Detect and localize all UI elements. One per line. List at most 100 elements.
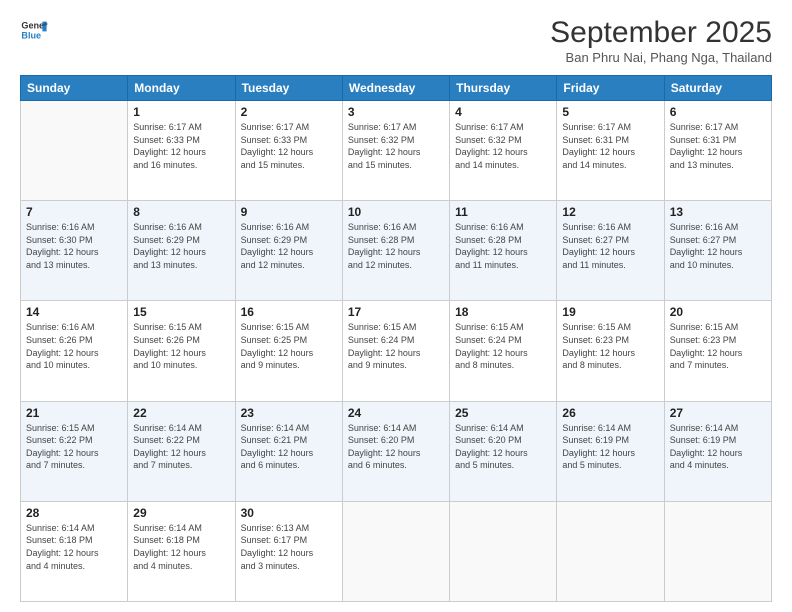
day-header-monday: Monday: [128, 76, 235, 101]
calendar-cell: 30 Sunrise: 6:13 AM Sunset: 6:17 PM Dayli…: [235, 501, 342, 601]
day-number: 4: [455, 105, 551, 119]
day-info: Sunrise: 6:17 AM Sunset: 6:32 PM Dayligh…: [348, 121, 444, 171]
calendar-cell: 12Sunrise: 6:16 AM Sunset: 6:27 PM Dayli…: [557, 201, 664, 301]
day-info: Sunrise: 6:13 AM Sunset: 6:17 PM Dayligh…: [241, 522, 337, 572]
calendar-cell: 2 Sunrise: 6:17 AM Sunset: 6:33 PM Daylig…: [235, 101, 342, 201]
day-info: Sunrise: 6:17 AM Sunset: 6:31 PM Dayligh…: [562, 121, 658, 171]
calendar-cell: 25 Sunrise: 6:14 AM Sunset: 6:20 PM Dayli…: [450, 401, 557, 501]
day-info: Sunrise: 6:17 AM Sunset: 6:31 PM Dayligh…: [670, 121, 766, 171]
day-number: 21: [26, 406, 122, 420]
day-info: Sunrise: 6:15 AM Sunset: 6:24 PM Dayligh…: [348, 321, 444, 371]
day-info: Sunrise: 6:16 AM Sunset: 6:29 PM Dayligh…: [241, 221, 337, 271]
day-number: 19: [562, 305, 658, 319]
day-number: 17: [348, 305, 444, 319]
day-number: 28: [26, 506, 122, 520]
day-info: Sunrise: 6:17 AM Sunset: 6:33 PM Dayligh…: [133, 121, 229, 171]
day-number: 10: [348, 205, 444, 219]
day-number: 3: [348, 105, 444, 119]
day-number: 9: [241, 205, 337, 219]
title-block: September 2025 Ban Phru Nai, Phang Nga, …: [550, 16, 772, 65]
day-number: 15: [133, 305, 229, 319]
day-info: Sunrise: 6:15 AM Sunset: 6:24 PM Dayligh…: [455, 321, 551, 371]
header: General Blue September 2025 Ban Phru Nai…: [20, 16, 772, 65]
calendar-cell: 9 Sunrise: 6:16 AM Sunset: 6:29 PM Daylig…: [235, 201, 342, 301]
day-info: Sunrise: 6:16 AM Sunset: 6:30 PM Dayligh…: [26, 221, 122, 271]
day-number: 8: [133, 205, 229, 219]
calendar-cell: 5 Sunrise: 6:17 AM Sunset: 6:31 PM Daylig…: [557, 101, 664, 201]
day-info: Sunrise: 6:15 AM Sunset: 6:22 PM Dayligh…: [26, 422, 122, 472]
day-header-tuesday: Tuesday: [235, 76, 342, 101]
calendar-table: SundayMondayTuesdayWednesdayThursdayFrid…: [20, 75, 772, 602]
calendar-cell: 20 Sunrise: 6:15 AM Sunset: 6:23 PM Dayli…: [664, 301, 771, 401]
calendar-cell: [342, 501, 449, 601]
calendar-cell: 17 Sunrise: 6:15 AM Sunset: 6:24 PM Dayli…: [342, 301, 449, 401]
day-number: 16: [241, 305, 337, 319]
calendar-cell: 24 Sunrise: 6:14 AM Sunset: 6:20 PM Dayli…: [342, 401, 449, 501]
day-number: 5: [562, 105, 658, 119]
calendar-cell: 7Sunrise: 6:16 AM Sunset: 6:30 PM Daylig…: [21, 201, 128, 301]
calendar-cell: 21 Sunrise: 6:15 AM Sunset: 6:22 PM Dayli…: [21, 401, 128, 501]
calendar-cell: 28 Sunrise: 6:14 AM Sunset: 6:18 PM Dayli…: [21, 501, 128, 601]
day-number: 26: [562, 406, 658, 420]
calendar-week-5: 28 Sunrise: 6:14 AM Sunset: 6:18 PM Dayli…: [21, 501, 772, 601]
day-info: Sunrise: 6:16 AM Sunset: 6:26 PM Dayligh…: [26, 321, 122, 371]
calendar-cell: 16 Sunrise: 6:15 AM Sunset: 6:25 PM Dayli…: [235, 301, 342, 401]
calendar-cell: 15Sunrise: 6:15 AM Sunset: 6:26 PM Dayli…: [128, 301, 235, 401]
svg-text:Blue: Blue: [21, 30, 41, 40]
day-header-friday: Friday: [557, 76, 664, 101]
day-info: Sunrise: 6:16 AM Sunset: 6:28 PM Dayligh…: [348, 221, 444, 271]
calendar-cell: 14 Sunrise: 6:16 AM Sunset: 6:26 PM Dayli…: [21, 301, 128, 401]
day-header-thursday: Thursday: [450, 76, 557, 101]
day-number: 20: [670, 305, 766, 319]
day-number: 25: [455, 406, 551, 420]
day-info: Sunrise: 6:14 AM Sunset: 6:19 PM Dayligh…: [670, 422, 766, 472]
location: Ban Phru Nai, Phang Nga, Thailand: [550, 50, 772, 65]
day-number: 1: [133, 105, 229, 119]
calendar-cell: 19 Sunrise: 6:15 AM Sunset: 6:23 PM Dayli…: [557, 301, 664, 401]
day-number: 6: [670, 105, 766, 119]
calendar-cell: 18 Sunrise: 6:15 AM Sunset: 6:24 PM Dayli…: [450, 301, 557, 401]
calendar-cell: 13Sunrise: 6:16 AM Sunset: 6:27 PM Dayli…: [664, 201, 771, 301]
calendar-cell: [21, 101, 128, 201]
day-info: Sunrise: 6:14 AM Sunset: 6:20 PM Dayligh…: [455, 422, 551, 472]
calendar-cell: 3 Sunrise: 6:17 AM Sunset: 6:32 PM Daylig…: [342, 101, 449, 201]
day-info: Sunrise: 6:16 AM Sunset: 6:29 PM Dayligh…: [133, 221, 229, 271]
day-info: Sunrise: 6:14 AM Sunset: 6:18 PM Dayligh…: [133, 522, 229, 572]
day-info: Sunrise: 6:14 AM Sunset: 6:18 PM Dayligh…: [26, 522, 122, 572]
day-header-sunday: Sunday: [21, 76, 128, 101]
day-number: 30: [241, 506, 337, 520]
day-number: 18: [455, 305, 551, 319]
day-info: Sunrise: 6:16 AM Sunset: 6:27 PM Dayligh…: [562, 221, 658, 271]
day-info: Sunrise: 6:14 AM Sunset: 6:20 PM Dayligh…: [348, 422, 444, 472]
calendar-cell: [664, 501, 771, 601]
month-title: September 2025: [550, 16, 772, 50]
day-number: 13: [670, 205, 766, 219]
logo: General Blue: [20, 16, 48, 44]
day-number: 29: [133, 506, 229, 520]
calendar-cell: 22 Sunrise: 6:14 AM Sunset: 6:22 PM Dayli…: [128, 401, 235, 501]
calendar-page: General Blue September 2025 Ban Phru Nai…: [0, 0, 792, 612]
day-number: 23: [241, 406, 337, 420]
calendar-cell: 6 Sunrise: 6:17 AM Sunset: 6:31 PM Daylig…: [664, 101, 771, 201]
day-number: 2: [241, 105, 337, 119]
day-info: Sunrise: 6:14 AM Sunset: 6:22 PM Dayligh…: [133, 422, 229, 472]
calendar-week-1: 1 Sunrise: 6:17 AM Sunset: 6:33 PM Daylig…: [21, 101, 772, 201]
day-number: 14: [26, 305, 122, 319]
day-info: Sunrise: 6:17 AM Sunset: 6:33 PM Dayligh…: [241, 121, 337, 171]
day-info: Sunrise: 6:15 AM Sunset: 6:23 PM Dayligh…: [562, 321, 658, 371]
day-number: 24: [348, 406, 444, 420]
calendar-week-4: 21 Sunrise: 6:15 AM Sunset: 6:22 PM Dayli…: [21, 401, 772, 501]
calendar-cell: 10 Sunrise: 6:16 AM Sunset: 6:28 PM Dayli…: [342, 201, 449, 301]
calendar-cell: 27Sunrise: 6:14 AM Sunset: 6:19 PM Dayli…: [664, 401, 771, 501]
calendar-cell: 23 Sunrise: 6:14 AM Sunset: 6:21 PM Dayli…: [235, 401, 342, 501]
day-number: 22: [133, 406, 229, 420]
day-info: Sunrise: 6:15 AM Sunset: 6:23 PM Dayligh…: [670, 321, 766, 371]
calendar-cell: [557, 501, 664, 601]
day-info: Sunrise: 6:14 AM Sunset: 6:21 PM Dayligh…: [241, 422, 337, 472]
day-info: Sunrise: 6:15 AM Sunset: 6:25 PM Dayligh…: [241, 321, 337, 371]
calendar-cell: 4Sunrise: 6:17 AM Sunset: 6:32 PM Daylig…: [450, 101, 557, 201]
calendar-cell: 26 Sunrise: 6:14 AM Sunset: 6:19 PM Dayli…: [557, 401, 664, 501]
day-info: Sunrise: 6:16 AM Sunset: 6:28 PM Dayligh…: [455, 221, 551, 271]
day-header-wednesday: Wednesday: [342, 76, 449, 101]
day-info: Sunrise: 6:14 AM Sunset: 6:19 PM Dayligh…: [562, 422, 658, 472]
